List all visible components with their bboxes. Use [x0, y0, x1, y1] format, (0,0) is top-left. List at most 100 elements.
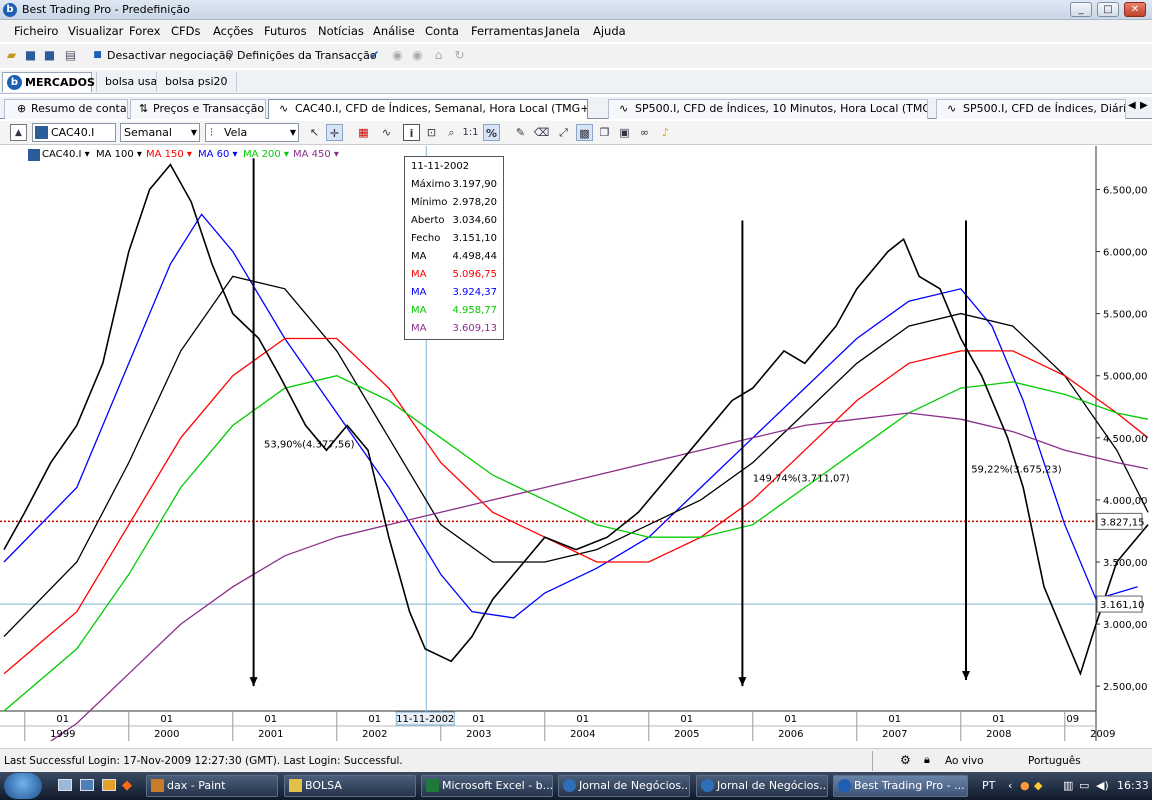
- tray-network-icon[interactable]: ▥: [1063, 779, 1073, 792]
- tab-precos-transaccao[interactable]: ⇅ Preços e Transacção: [130, 99, 266, 119]
- menu-forex[interactable]: Forex: [129, 24, 160, 38]
- menu-accoes[interactable]: Acções: [213, 24, 253, 38]
- clock[interactable]: 16:33: [1117, 779, 1149, 792]
- tab-resumo-conta[interactable]: ⊕ Resumo de conta: [4, 99, 128, 119]
- menu-conta[interactable]: Conta: [425, 24, 459, 38]
- tray-app-icon[interactable]: ●: [1020, 779, 1030, 792]
- infobox-value: 3.034,60: [452, 215, 497, 226]
- cursor-icon[interactable]: ↖: [306, 124, 323, 141]
- quicklaunch-window-icon[interactable]: [80, 779, 94, 791]
- save-as-icon[interactable]: ■: [42, 48, 57, 63]
- menu-ferramentas[interactable]: Ferramentas: [471, 24, 543, 38]
- tab-cac40-chart[interactable]: ∿ CAC40.I, CFD de Índices, Semanal, Hora…: [268, 99, 588, 119]
- copy-icon[interactable]: ❐: [596, 124, 613, 141]
- taskbar-jornal-2[interactable]: Jornal de Negócios...: [696, 775, 828, 797]
- menu-visualizar[interactable]: Visualizar: [68, 24, 123, 38]
- expand-icon[interactable]: ⤢: [555, 124, 572, 141]
- tab-sp500-daily[interactable]: ∿ SP500.I, CFD de Índices, Diário, Hor: [936, 99, 1126, 119]
- legend-ma100[interactable]: MA 100 ▾: [96, 149, 142, 160]
- x-month-label: 01: [472, 714, 485, 725]
- symbol-field[interactable]: CAC40.I: [32, 123, 116, 142]
- indicator-icon[interactable]: ▦: [355, 124, 372, 141]
- chart-canvas[interactable]: 6.500,00 6.000,00 5.500,00 5.000,00 4.500,00…: [0, 146, 1152, 774]
- quicklaunch-browser-icon[interactable]: ◆: [122, 778, 132, 793]
- menu-futuros[interactable]: Futuros: [264, 24, 307, 38]
- draw-line-icon[interactable]: ✎: [512, 124, 529, 141]
- tab-mercados[interactable]: b MERCADOS: [2, 72, 95, 92]
- menu-cfds[interactable]: CFDs: [171, 24, 201, 38]
- infobox-key: Fecho: [411, 233, 441, 244]
- infobox-key: Máximo: [411, 179, 451, 190]
- menu-ficheiro[interactable]: Ficheiro: [14, 24, 58, 38]
- menu-ajuda[interactable]: Ajuda: [593, 24, 626, 38]
- start-button[interactable]: [4, 773, 42, 799]
- maximize-button[interactable]: □: [1097, 2, 1119, 17]
- show-desktop-icon[interactable]: [58, 779, 72, 791]
- tray-expand-icon[interactable]: ‹: [1008, 779, 1012, 792]
- refresh-icon[interactable]: ↻: [452, 48, 467, 63]
- legend-ma150[interactable]: MA 150 ▾: [146, 149, 192, 160]
- template-icon[interactable]: ▣: [616, 124, 633, 141]
- scale-1-1-button[interactable]: 1:1: [462, 124, 479, 141]
- infobox-value: 3.924,37: [452, 287, 497, 298]
- deactivate-trading-icon[interactable]: ■: [90, 48, 105, 63]
- legend-ma60[interactable]: MA 60 ▾: [198, 149, 238, 160]
- legend-ma450[interactable]: MA 450 ▾: [293, 149, 339, 160]
- forward-icon[interactable]: ◉: [410, 48, 425, 63]
- taskbar-paint[interactable]: dax - Paint: [146, 775, 278, 797]
- data-window-icon[interactable]: ⊡: [423, 124, 440, 141]
- period-select[interactable]: Semanal ▼: [120, 123, 200, 142]
- input-language[interactable]: PT: [982, 779, 995, 792]
- taskbar-bolsa[interactable]: BOLSA: [284, 775, 416, 797]
- y-tick-label: 5.500,00: [1103, 310, 1148, 321]
- tab-sp500-10min[interactable]: ∿ SP500.I, CFD de Índices, 10 Minutos, H…: [608, 99, 928, 119]
- save-icon[interactable]: ■: [23, 48, 38, 63]
- menu-analise[interactable]: Análise: [373, 24, 415, 38]
- trade-settings-button[interactable]: Definições da Transacção: [237, 49, 377, 62]
- chart-style-select[interactable]: ⫶ Vela ▼: [205, 123, 299, 142]
- close-button[interactable]: ✕: [1124, 2, 1146, 17]
- open-icon[interactable]: ▰: [4, 48, 19, 63]
- info-icon[interactable]: i: [403, 124, 420, 141]
- menu-janela[interactable]: Janela: [545, 24, 580, 38]
- x-month-label: 01: [368, 714, 381, 725]
- back-icon[interactable]: ◉: [390, 48, 405, 63]
- infobox-value: 4.498,44: [452, 251, 497, 262]
- tab-scroll-right-icon[interactable]: ▶: [1140, 100, 1148, 111]
- link-icon[interactable]: ∞: [636, 124, 653, 141]
- app-logo-icon: b: [3, 3, 17, 17]
- tray-monitor-icon[interactable]: ▭: [1079, 779, 1089, 792]
- eraser-icon[interactable]: ⌫: [533, 124, 550, 141]
- grid-icon[interactable]: ▩: [576, 124, 593, 141]
- taskbar-jornal-1[interactable]: Jornal de Negócios...: [558, 775, 690, 797]
- tray-volume-icon[interactable]: ◀): [1096, 779, 1109, 792]
- percent-button[interactable]: %: [483, 124, 500, 141]
- login-status: Last Successful Login: 17-Nov-2009 12:27…: [4, 755, 403, 767]
- minimize-button[interactable]: _: [1070, 2, 1092, 17]
- quicklaunch-folder-icon[interactable]: [102, 779, 116, 791]
- legend-ma200[interactable]: MA 200 ▾: [243, 149, 289, 160]
- tray-shield-icon[interactable]: ◆: [1034, 779, 1042, 792]
- zoom-icon[interactable]: ⌕: [443, 124, 460, 141]
- legend-cac40[interactable]: CAC40.I ▾: [42, 149, 90, 160]
- taskbar-best-trading[interactable]: Best Trading Pro - ...: [833, 775, 968, 797]
- tab-bolsa-psi20[interactable]: bolsa psi20: [156, 72, 237, 92]
- mercados-logo-icon: b: [7, 75, 22, 90]
- price-chart[interactable]: 6.500,00 6.000,00 5.500,00 5.000,00 4.500,00…: [0, 146, 1152, 774]
- alert-bell-icon[interactable]: ♪: [657, 124, 674, 141]
- live-status: Ao vivo: [945, 755, 984, 767]
- language-status[interactable]: Português: [1028, 755, 1081, 767]
- taskbar-excel[interactable]: Microsoft Excel - b...: [421, 775, 553, 797]
- menu-noticias[interactable]: Notícias: [318, 24, 364, 38]
- tab-scroll-left-icon[interactable]: ◀: [1128, 100, 1136, 111]
- deactivate-trading-button[interactable]: Desactivar negociação: [107, 49, 232, 62]
- studies-icon[interactable]: ∿: [378, 124, 395, 141]
- collapse-up-icon[interactable]: ▲: [10, 124, 27, 141]
- crosshair-icon[interactable]: ✛: [326, 124, 343, 141]
- check-icon[interactable]: ✔: [367, 48, 382, 63]
- tab-bolsa-usa[interactable]: bolsa usa: [96, 72, 165, 92]
- home-icon[interactable]: ⌂: [431, 48, 446, 63]
- x-year-label: 2001: [258, 729, 283, 740]
- trade-settings-icon[interactable]: ⚲: [222, 48, 237, 63]
- print-icon[interactable]: ▤: [63, 48, 78, 63]
